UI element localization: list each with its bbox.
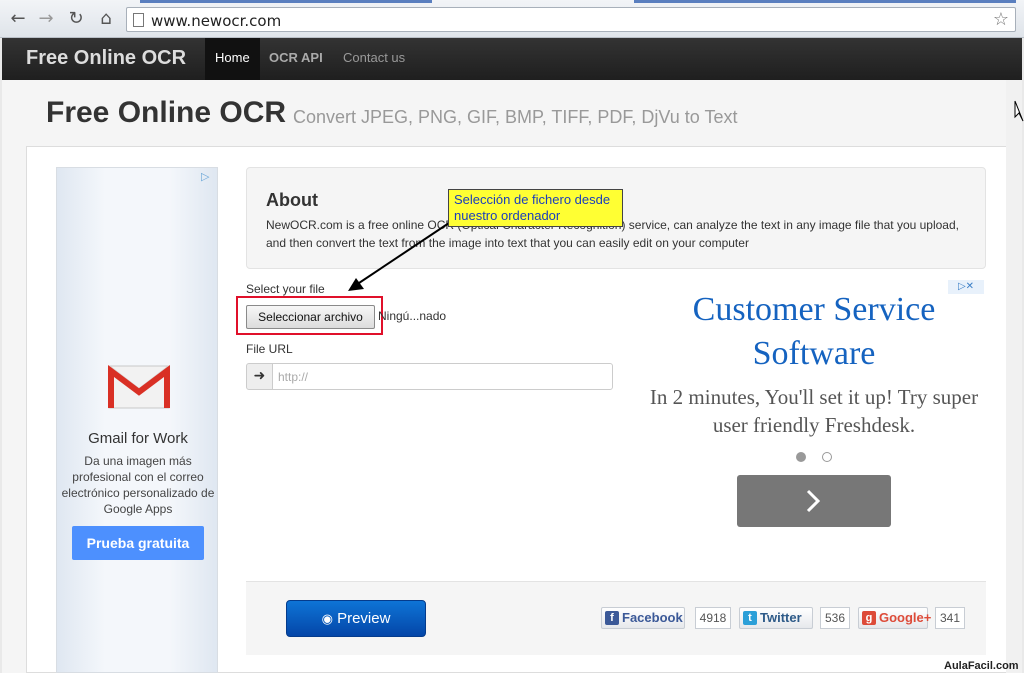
home-icon[interactable]: ⌂ — [96, 9, 116, 29]
select-file-label: Select your file — [246, 282, 325, 296]
site-navbar: Free Online OCR Home OCR API Contact us — [2, 38, 1022, 80]
browser-tab-indicator — [140, 0, 432, 3]
chevron-right-icon — [806, 489, 821, 513]
site-brand[interactable]: Free Online OCR — [26, 47, 186, 70]
ad-title: Gmail for Work — [88, 430, 188, 447]
reload-icon[interactable]: ↻ — [66, 9, 86, 29]
mouse-cursor-icon — [1014, 100, 1024, 122]
scrollbar[interactable] — [1006, 80, 1022, 673]
gmail-logo-icon — [108, 365, 170, 409]
preview-label: Preview — [337, 610, 391, 627]
adchoices-icon[interactable]: ▷ — [201, 170, 209, 183]
googleplus-count: 341 — [935, 607, 965, 629]
nav-ocr-api[interactable]: OCR API — [259, 38, 333, 80]
googleplus-icon: g — [862, 611, 876, 625]
page-icon — [133, 13, 144, 27]
back-arrow-icon[interactable]: ← — [8, 9, 28, 29]
file-url-input[interactable] — [272, 363, 613, 390]
star-icon[interactable]: ☆ — [993, 9, 1009, 30]
ad-next-button[interactable] — [737, 475, 891, 527]
page-subtitle: Convert JPEG, PNG, GIF, BMP, TIFF, PDF, … — [293, 107, 738, 127]
facebook-label: Facebook — [622, 610, 683, 625]
nav-contact-us[interactable]: Contact us — [333, 38, 415, 80]
carousel-dot-active[interactable] — [796, 452, 806, 462]
no-file-chosen-text: Ningú...nado — [378, 309, 447, 323]
ad-body-text: In 2 minutes, You'll set it up! Try supe… — [649, 385, 979, 437]
annotation-callout: Selección de fichero desde nuestro orden… — [448, 189, 623, 227]
address-bar[interactable]: www.newocr.com ☆ — [126, 7, 1016, 32]
ad-headline[interactable]: Customer Service Software — [644, 288, 984, 376]
annotation-arrow — [348, 220, 453, 291]
try-free-button[interactable]: Prueba gratuita — [72, 526, 204, 560]
twitter-share-button[interactable]: t Twitter — [739, 607, 813, 629]
googleplus-label: Google+ — [879, 610, 932, 625]
about-heading: About — [266, 190, 318, 210]
freshdesk-ad[interactable]: ▷✕ Customer Service Software In 2 minute… — [644, 280, 984, 540]
facebook-icon: f — [605, 611, 619, 625]
nav-home[interactable]: Home — [205, 38, 260, 80]
twitter-count: 536 — [820, 607, 850, 629]
carousel-dot[interactable] — [822, 452, 832, 462]
preview-button[interactable]: ◉ Preview — [286, 600, 426, 637]
twitter-icon: t — [743, 611, 757, 625]
watermark: AulaFacil.com — [944, 660, 1019, 672]
twitter-label: Twitter — [760, 610, 802, 625]
browser-toolbar: ← → ↻ ⌂ www.newocr.com ☆ — [0, 0, 1024, 38]
googleplus-share-button[interactable]: g Google+ — [858, 607, 932, 629]
gmail-ad[interactable]: ▷ Gmail for Work Da una imagen más profe… — [56, 167, 218, 673]
page-title: Free Online OCR — [46, 96, 287, 129]
browser-tab-indicator — [634, 0, 1016, 3]
address-text[interactable]: www.newocr.com — [151, 12, 281, 30]
choose-file-button[interactable]: Seleccionar archivo — [246, 305, 375, 329]
facebook-count: 4918 — [695, 607, 731, 629]
eye-icon: ◉ — [321, 612, 333, 627]
facebook-share-button[interactable]: f Facebook — [601, 607, 685, 629]
forward-arrow-icon[interactable]: → — [36, 9, 56, 29]
arrow-right-icon: ➜ — [246, 363, 273, 390]
ad-text: Da una imagen más profesional con el cor… — [61, 454, 215, 516]
file-url-label: File URL — [246, 342, 293, 356]
